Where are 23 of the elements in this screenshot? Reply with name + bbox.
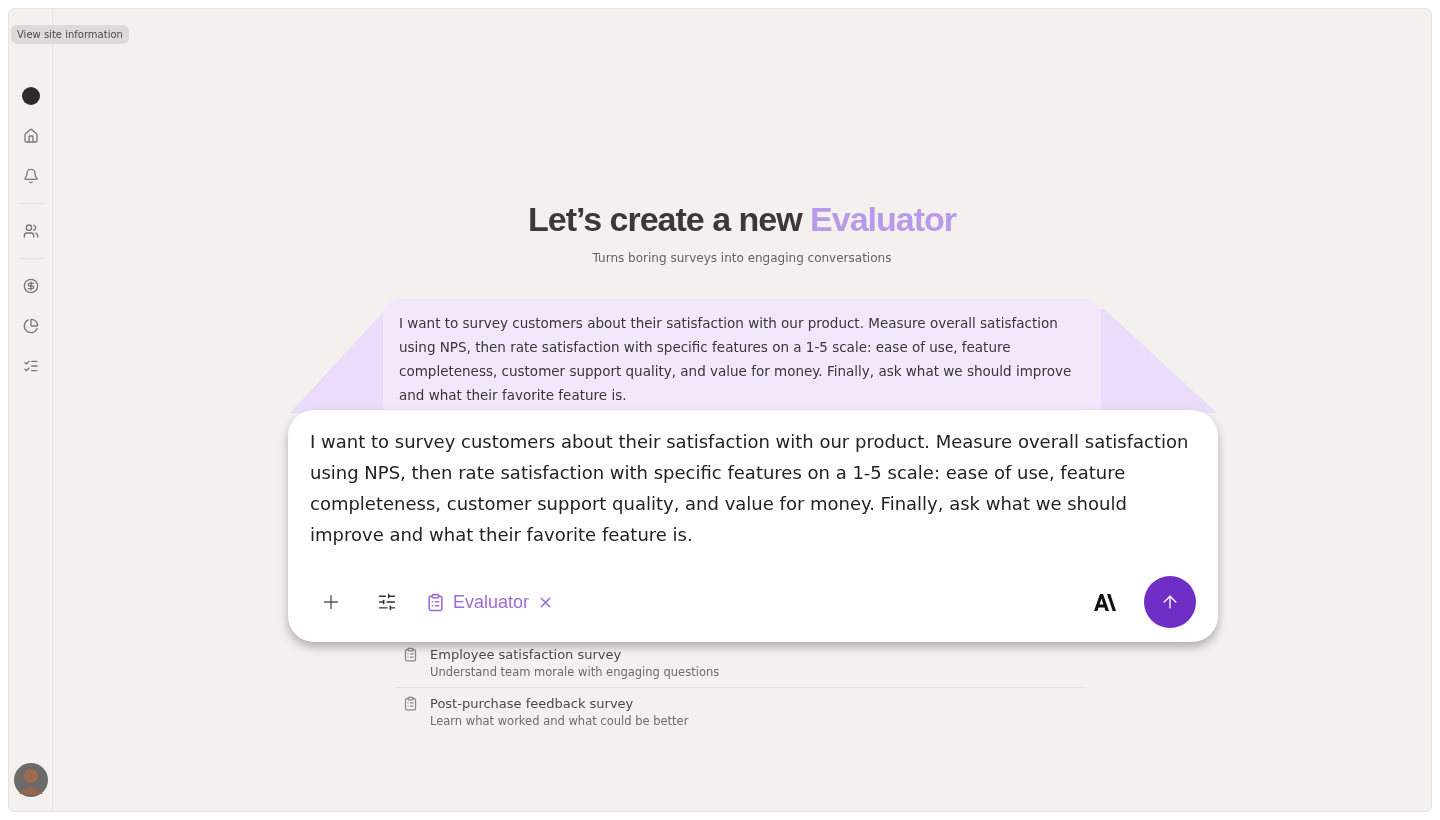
page-heading: Let’s create a new Evaluator (527, 199, 957, 239)
prompt-input[interactable]: I want to survey customers about their satisfaction with our product. Measure overall satisfaction using NPS, then rate satisfaction with specific features on a 1-5 scale: ease of use, feature completeness, customer support quality, and value for money. Finally, ask what we should improve and what their favorite feature is. (310, 426, 1196, 550)
home-icon (22, 128, 39, 144)
logo-icon (1094, 593, 1116, 611)
prompt-text: I want to survey customers about their satisfaction with our product. Measure overall satisfaction using NPS, then rate satisfaction with specific features on a 1-5 scale: ease of use, feature completeness, customer support quality, and value for money. Finally, ask what we should improve and what their favorite feature is. (399, 314, 1073, 405)
list-icon (22, 358, 39, 374)
suggestion-title[interactable]: Employee satisfaction survey (430, 647, 720, 662)
suggestion-title[interactable]: Post-purchase feedback survey (430, 696, 689, 711)
suggestion-description: Learn what worked and what could be better (430, 714, 689, 728)
chip-label: Evaluator (453, 591, 530, 613)
avatar[interactable] (13, 763, 48, 797)
sliders-icon (377, 592, 397, 612)
dollar-icon (22, 278, 39, 294)
bell-icon (22, 168, 39, 184)
suggestion-description: Understand team morale with engaging questions (430, 665, 720, 679)
clipboard-icon (403, 647, 418, 662)
clipboard-icon (403, 696, 418, 711)
subtitle: Turns boring surveys into engaging conversations (592, 251, 892, 265)
users-icon (22, 223, 39, 239)
clipboard-icon (426, 592, 445, 612)
pie-chart-icon (22, 318, 39, 334)
site-info-tooltip: View site information (11, 25, 129, 44)
send-button[interactable] (1144, 576, 1196, 628)
